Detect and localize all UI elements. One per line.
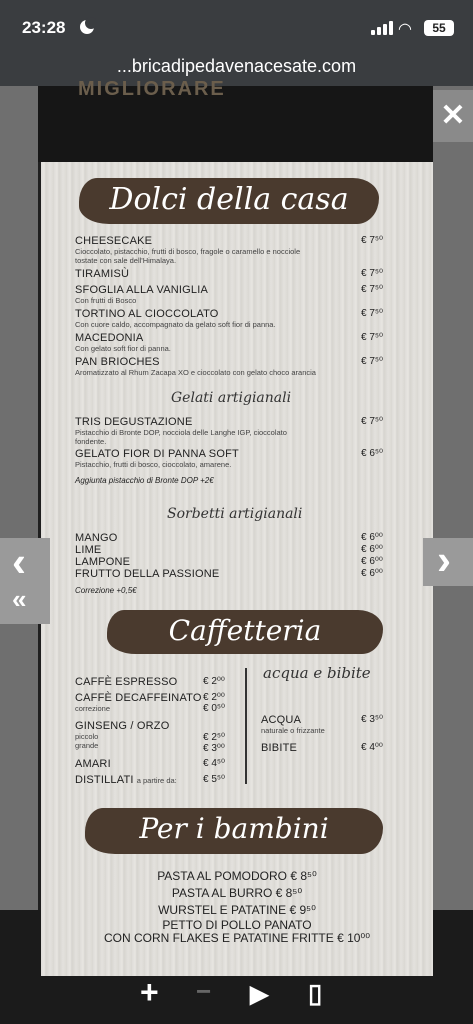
menu-item: PASTA AL POMODORO € 8⁵⁰ [157,869,317,883]
menu-item: CON CORN FLAKES E PATATINE FRITTE € 10⁰⁰ [103,931,371,945]
price: € 2⁰⁰ [203,676,225,687]
zoom-out-button[interactable]: − [196,976,211,1007]
status-time: 23:28 [22,18,66,37]
menu-item: CAFFÈ ESPRESSO [75,676,178,688]
zoom-in-button[interactable]: + [140,974,159,1011]
price: € 3⁵⁰ [361,714,384,725]
column-divider [245,668,247,784]
price: € 2⁵⁰ [203,732,226,743]
caffetteria-title: Caffetteria [168,614,322,647]
moon-icon [80,17,97,34]
viewer-left-margin [0,86,38,910]
price: € 7⁵⁰ [361,332,384,343]
price: € 7⁵⁰ [361,284,384,295]
poster-header-text: MIGLIORARE [78,78,226,100]
menu-item: BIBITE [261,742,298,754]
menu-item: DISTILLATI a partire da: [75,774,177,786]
price: € 6⁰⁰ [361,532,383,543]
menu-item: CAFFÈ DECAFFEINATO correzione [75,692,202,713]
menu-item: TORTINO AL CIOCCOLATO Con cuore caldo, a… [75,308,276,329]
first-button[interactable]: « [12,584,26,615]
menu-item: MACEDONIA Con gelato soft fior di panna. [75,332,171,353]
gelati-title: Gelati artigianali [171,390,292,406]
price: € 6⁰⁰ [361,556,383,567]
wifi-icon: ◠ [398,21,412,38]
next-button[interactable]: › [437,536,451,584]
price: € 7⁵⁰ [361,416,384,427]
battery-icon: 55 [424,20,454,36]
menu-item: MANGO [75,532,118,544]
price: € 6⁵⁰ [361,448,384,459]
menu-item: ACQUA naturale o frizzante [261,714,325,735]
menu-item: TRIS DEGUSTAZIONE Pistacchio di Bronte D… [75,416,287,446]
menu-item: FRUTTO DELLA PASSIONE [75,568,220,580]
price: € 7⁵⁰ [361,308,384,319]
price: € 7⁵⁰ [361,356,384,367]
gelati-note: Aggiunta pistacchio di Bronte DOP +2€ [75,476,214,485]
next-nav-panel: › [423,536,473,586]
price: € 2⁰⁰ [203,692,225,703]
menu-item: LAMPONE [75,556,131,568]
menu-item: SFOGLIA ALLA VANIGLIA Con frutti di Bosc… [75,284,209,305]
price: € 0⁵⁰ [203,703,226,714]
price: € 7⁵⁰ [361,235,384,246]
prev-nav-panel: ‹ « [0,538,50,624]
price: € 7⁵⁰ [361,268,384,279]
bibite-title: acqua e bibite [263,664,371,682]
dolci-title: Dolci della casa [109,182,349,217]
price: € 5⁵⁰ [203,774,226,785]
menu-item: GINSENG / ORZO piccolo grande [75,720,170,750]
bambini-title: Per i bambini [139,812,329,845]
price: € 4⁰⁰ [361,742,383,753]
menu-item: LIME [75,544,102,556]
menu-item: CHEESECAKE Cioccolato, pistacchio, frutt… [75,235,301,265]
price: € 4⁵⁰ [203,758,226,769]
sorbetti-title: Sorbetti artigianali [167,506,303,522]
close-button[interactable]: ✕ [433,90,473,142]
menu-item: GELATO FIOR DI PANNA SOFT Pistacchio, fr… [75,448,239,469]
previous-poster-strip: MIGLIORARE [38,78,433,162]
url-bar[interactable]: ...bricadipedavenacesate.com [0,56,473,77]
browser-top-bar: 23:28 ◠ 55 ...bricadipedavenacesate.com [0,0,473,86]
price: € 6⁰⁰ [361,544,383,555]
price: € 3⁰⁰ [203,743,225,754]
slideshow-button[interactable]: ▶ [250,980,268,1009]
viewer-toolbar: + − ▶ ▯ [138,974,338,1018]
sorbetti-note: Correzione +0,5€ [75,586,137,595]
viewer-right-margin [433,86,473,910]
menu-poster: Dolci della casa CHEESECAKE Cioccolato, … [41,162,433,976]
menu-item: PASTA AL BURRO € 8⁵⁰ [171,886,303,900]
prev-button[interactable]: ‹ [12,538,26,586]
document-icon[interactable]: ▯ [308,978,322,1009]
bambini-list: PASTA AL POMODORO € 8⁵⁰ PASTA AL BURRO €… [41,868,433,945]
menu-item: PAN BRIOCHES Aromatizzato al Rhum Zacapa… [75,356,316,377]
image-viewer: MIGLIORARE ✕ Dolci della casa CHEESECAKE… [0,78,473,1024]
price: € 6⁰⁰ [361,568,383,579]
menu-item: TIRAMISÙ [75,268,130,280]
menu-item: AMARI [75,758,111,770]
signal-icon [371,21,393,35]
menu-item: WURSTEL E PATATINE € 9⁵⁰ [158,903,316,917]
